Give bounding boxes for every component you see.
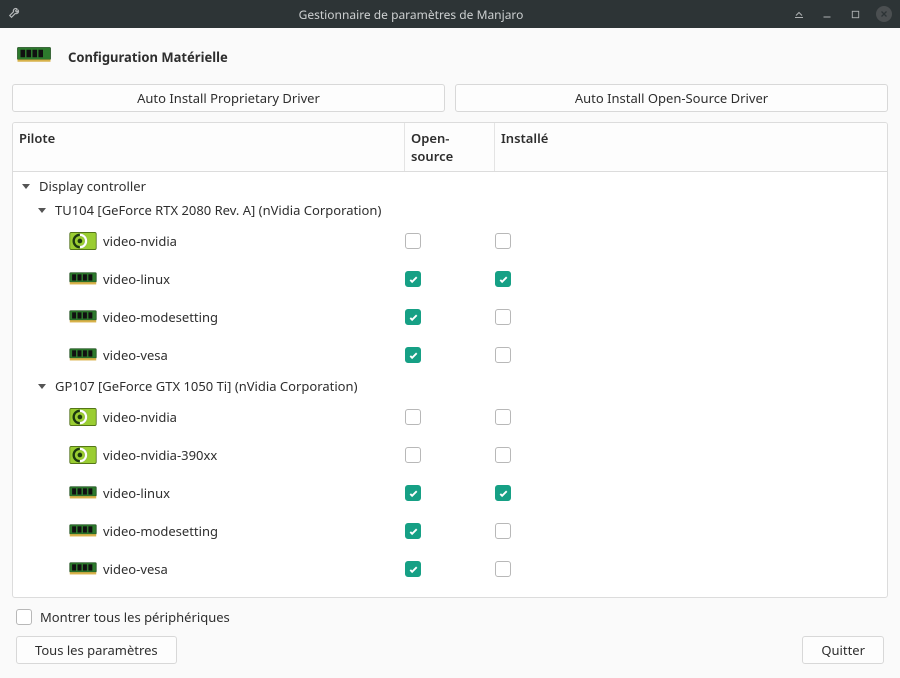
hardware-card-icon xyxy=(16,42,52,72)
window-up-icon[interactable] xyxy=(792,7,806,21)
page-title: Configuration Matérielle xyxy=(68,48,228,66)
driver-name: video-vesa xyxy=(103,346,168,364)
driver-name: video-nvidia-390xx xyxy=(103,446,217,464)
install-open-source-label: Auto Install Open-Source Driver xyxy=(575,89,768,107)
driver-name: video-modesetting xyxy=(103,522,218,540)
checkbox[interactable] xyxy=(405,309,421,325)
tree-driver-row[interactable]: video-nvidia-390xx xyxy=(13,436,887,474)
pci-card-icon xyxy=(69,344,97,366)
checkbox[interactable] xyxy=(495,347,511,363)
device-label: GP107 [GeForce GTX 1050 Ti] (nVidia Corp… xyxy=(55,377,357,395)
pci-card-icon xyxy=(69,306,97,328)
checkbox[interactable] xyxy=(495,271,511,287)
quit-button[interactable]: Quitter xyxy=(802,636,884,664)
window-titlebar: Gestionnaire de paramètres de Manjaro xyxy=(0,0,900,28)
checkbox[interactable] xyxy=(405,447,421,463)
nvidia-icon xyxy=(69,230,97,252)
table-header: Pilote Open-source Installé xyxy=(13,123,887,172)
checkbox[interactable] xyxy=(405,561,421,577)
checkbox[interactable] xyxy=(495,523,511,539)
window-title: Gestionnaire de paramètres de Manjaro xyxy=(30,6,792,23)
checkbox[interactable] xyxy=(495,485,511,501)
checkbox[interactable] xyxy=(405,409,421,425)
wrench-icon xyxy=(8,5,22,23)
checkbox[interactable] xyxy=(495,409,511,425)
window-minimize-icon[interactable] xyxy=(820,7,834,21)
tree-device-row[interactable]: GP107 [GeForce GTX 1050 Ti] (nVidia Corp… xyxy=(13,374,887,398)
window-close-icon[interactable] xyxy=(876,6,892,22)
install-open-source-button[interactable]: Auto Install Open-Source Driver xyxy=(455,84,888,112)
tree-driver-row[interactable]: video-modesetting xyxy=(13,512,887,550)
install-proprietary-button[interactable]: Auto Install Proprietary Driver xyxy=(12,84,445,112)
show-all-devices-label: Montrer tous les périphériques xyxy=(40,608,230,626)
chevron-down-icon[interactable] xyxy=(35,203,49,217)
driver-name: video-modesetting xyxy=(103,308,218,326)
window-maximize-icon[interactable] xyxy=(848,7,862,21)
tree-driver-row[interactable]: video-linux xyxy=(13,474,887,512)
column-header-installed[interactable]: Installé xyxy=(495,123,887,171)
install-proprietary-label: Auto Install Proprietary Driver xyxy=(137,89,320,107)
quit-label: Quitter xyxy=(821,641,865,659)
chevron-down-icon[interactable] xyxy=(35,379,49,393)
table-body: Display controller TU104 [GeForce RTX 20… xyxy=(13,172,887,597)
checkbox[interactable] xyxy=(495,309,511,325)
checkbox[interactable] xyxy=(405,485,421,501)
tree-driver-row[interactable]: video-modesetting xyxy=(13,298,887,336)
checkbox[interactable] xyxy=(405,271,421,287)
pci-card-icon xyxy=(69,268,97,290)
column-header-driver[interactable]: Pilote xyxy=(13,123,405,171)
driver-name: video-nvidia xyxy=(103,232,177,250)
checkbox[interactable] xyxy=(405,523,421,539)
window-controls xyxy=(792,6,892,22)
driver-table: Pilote Open-source Installé Display cont… xyxy=(12,122,888,598)
tree-controller-row[interactable]: Display controller xyxy=(13,174,887,198)
driver-name: video-vesa xyxy=(103,560,168,578)
controller-label: Display controller xyxy=(39,177,146,195)
pci-card-icon xyxy=(69,558,97,580)
tree-driver-row[interactable]: video-vesa xyxy=(13,336,887,374)
nvidia-icon xyxy=(69,444,97,466)
show-all-devices-checkbox[interactable] xyxy=(16,609,32,625)
checkbox[interactable] xyxy=(495,447,511,463)
driver-name: video-linux xyxy=(103,270,170,288)
pci-card-icon xyxy=(69,482,97,504)
all-settings-label: Tous les paramètres xyxy=(35,641,158,659)
column-header-open-source[interactable]: Open-source xyxy=(405,123,495,171)
tree-driver-row[interactable]: video-nvidia xyxy=(13,398,887,436)
tree-driver-row[interactable]: video-nvidia xyxy=(13,222,887,260)
driver-name: video-nvidia xyxy=(103,408,177,426)
pci-card-icon xyxy=(69,520,97,542)
driver-name: video-linux xyxy=(103,484,170,502)
checkbox[interactable] xyxy=(405,347,421,363)
chevron-down-icon[interactable] xyxy=(19,179,33,193)
checkbox[interactable] xyxy=(495,561,511,577)
nvidia-icon xyxy=(69,406,97,428)
page-header: Configuration Matérielle xyxy=(12,38,888,84)
tree-device-row[interactable]: TU104 [GeForce RTX 2080 Rev. A] (nVidia … xyxy=(13,198,887,222)
checkbox[interactable] xyxy=(495,233,511,249)
checkbox[interactable] xyxy=(405,233,421,249)
tree-driver-row[interactable]: video-vesa xyxy=(13,550,887,588)
tree-driver-row[interactable]: video-linux xyxy=(13,260,887,298)
device-label: TU104 [GeForce RTX 2080 Rev. A] (nVidia … xyxy=(55,201,381,219)
all-settings-button[interactable]: Tous les paramètres xyxy=(16,636,177,664)
